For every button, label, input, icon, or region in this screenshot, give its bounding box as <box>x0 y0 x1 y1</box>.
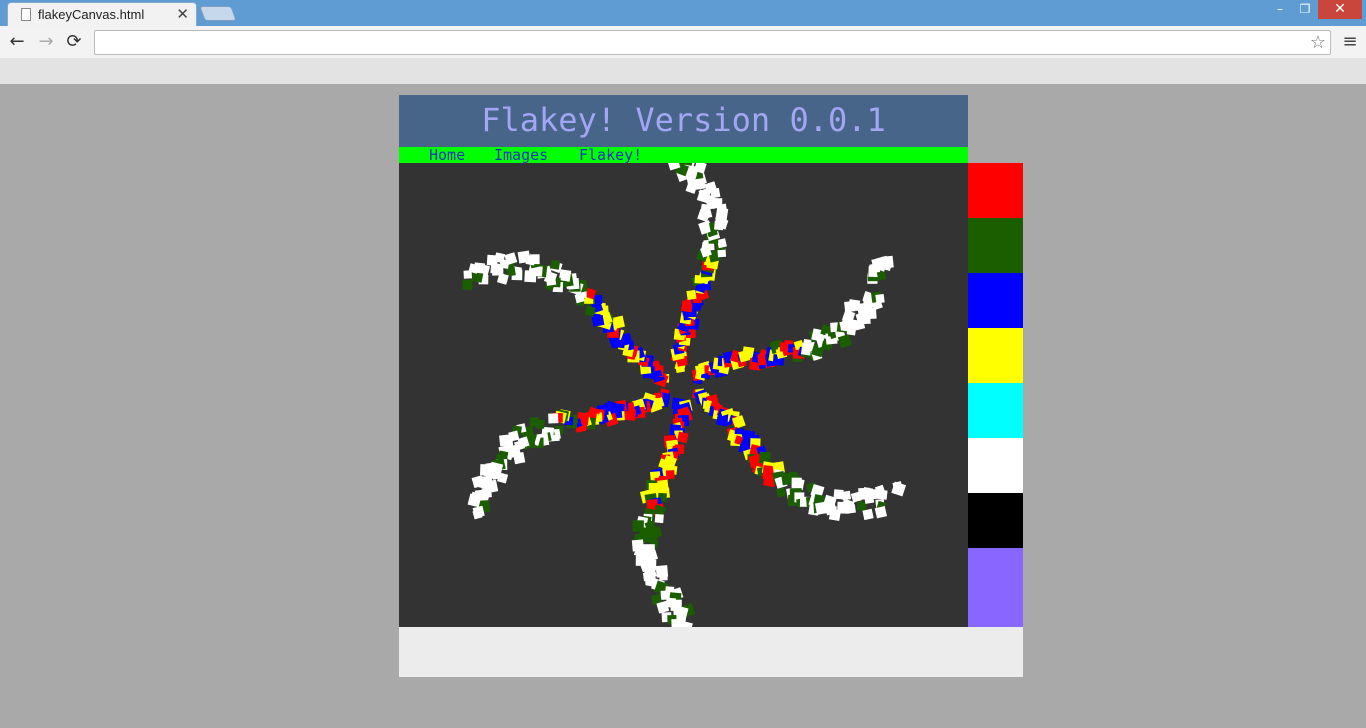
back-icon[interactable]: ← <box>5 30 29 54</box>
flake-particle <box>486 254 498 266</box>
tab-title: flakeyCanvas.html <box>38 7 145 22</box>
swatch-dark-green[interactable] <box>968 218 1023 273</box>
window-close-button[interactable]: ✕ <box>1318 0 1362 19</box>
toolbar-bottom-strip <box>0 58 1366 84</box>
reload-icon[interactable]: ⟳ <box>62 30 86 54</box>
forward-icon[interactable]: → <box>34 30 58 54</box>
flake-particle <box>463 270 473 279</box>
flake-particle <box>875 294 885 304</box>
flake-particle <box>462 279 473 290</box>
drawing-canvas[interactable] <box>399 140 968 632</box>
flake-particle <box>550 259 561 270</box>
browser-tab[interactable]: flakeyCanvas.html ✕ <box>7 2 197 26</box>
tab-close-icon[interactable]: ✕ <box>176 5 189 23</box>
flake-particle <box>877 489 888 500</box>
menu-icon[interactable]: ≡ <box>1341 30 1359 54</box>
flake-particle <box>841 490 852 501</box>
page-title: Flakey! Version 0.0.1 <box>481 101 886 139</box>
flake-particle <box>857 501 867 511</box>
document-icon <box>21 8 31 21</box>
window-minimize-button[interactable]: – <box>1268 0 1292 19</box>
footer-area <box>399 627 1023 677</box>
snowflake-drawing <box>462 140 907 632</box>
flake-particle <box>880 255 894 269</box>
swatch-black[interactable] <box>968 493 1023 548</box>
swatch-red[interactable] <box>968 163 1023 218</box>
flake-particle <box>671 618 683 631</box>
flake-particle <box>846 504 856 514</box>
flake-particle <box>480 464 492 476</box>
swatch-purple[interactable] <box>968 548 1023 627</box>
flake-particle <box>529 416 540 427</box>
swatch-yellow[interactable] <box>968 328 1023 383</box>
address-bar[interactable]: ☆ <box>94 30 1331 55</box>
swatch-white[interactable] <box>968 438 1023 493</box>
swatch-cyan[interactable] <box>968 383 1023 438</box>
nav-link-flakey[interactable]: Flakey! <box>579 147 642 163</box>
nav-link-home[interactable]: Home <box>429 147 465 163</box>
flake-particle <box>659 572 668 581</box>
flake-particle <box>654 513 664 524</box>
flake-particle <box>862 508 874 521</box>
flake-particle <box>876 270 887 281</box>
browser-titlebar: flakeyCanvas.html ✕ – ❐ ✕ <box>0 0 1366 26</box>
nav-link-images[interactable]: Images <box>494 147 548 163</box>
flake-particle <box>676 431 689 444</box>
flake-particle <box>558 269 572 282</box>
flake-particle <box>742 346 755 359</box>
color-palette <box>968 163 1023 627</box>
page-header: Flakey! Version 0.0.1 <box>399 95 968 147</box>
swatch-blue[interactable] <box>968 273 1023 328</box>
flake-particle <box>686 289 697 300</box>
window-maximize-button[interactable]: ❐ <box>1293 0 1317 19</box>
nav-bar: Home Images Flakey! <box>399 147 968 163</box>
bookmark-star-icon[interactable]: ☆ <box>1310 31 1326 54</box>
flake-particle <box>548 413 559 424</box>
flake-particle <box>517 250 531 264</box>
browser-toolbar: ← → ⟳ ☆ ≡ <box>0 26 1366 58</box>
new-tab-button[interactable] <box>199 6 237 21</box>
flake-particle <box>776 487 787 498</box>
flake-particle <box>499 434 511 447</box>
